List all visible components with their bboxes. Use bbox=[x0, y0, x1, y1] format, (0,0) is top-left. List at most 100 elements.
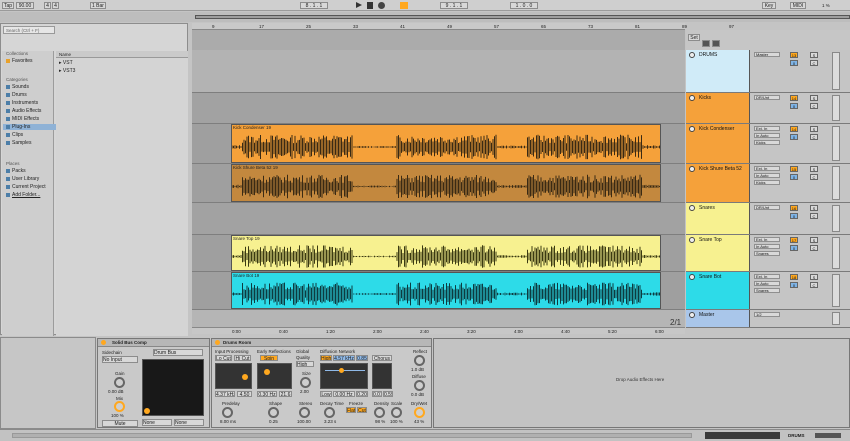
arrangement-position[interactable]: 8 . 1 . 1 bbox=[300, 2, 328, 9]
diffusion-display[interactable] bbox=[320, 363, 368, 389]
mute-button[interactable]: Mute bbox=[102, 420, 138, 427]
mute-button[interactable]: C bbox=[810, 245, 818, 251]
track-activator-button[interactable]: 13 bbox=[790, 52, 798, 58]
solo-button[interactable]: S bbox=[810, 274, 818, 280]
track-route-select[interactable]: Kicks bbox=[754, 180, 780, 185]
mute-button[interactable]: C bbox=[810, 134, 818, 140]
arm-button[interactable]: 0 bbox=[790, 60, 798, 66]
track-activator-button[interactable]: 14 bbox=[790, 95, 798, 101]
lane-drums[interactable] bbox=[192, 50, 685, 93]
track-snare-top[interactable]: Snare Top Ext. In In Auto Snares 17 S 0 C bbox=[686, 235, 850, 272]
sidebar-item-packs[interactable]: Packs bbox=[6, 168, 26, 174]
arrangement-overview[interactable] bbox=[0, 12, 850, 22]
solo-button[interactable]: S bbox=[810, 126, 818, 132]
time-sig-den[interactable]: 4 bbox=[52, 2, 59, 9]
arm-button[interactable]: 0 bbox=[790, 213, 798, 219]
time-ruler[interactable]: 0:00 0:40 1:20 2:00 2:40 3:20 4:00 4:40 5:20 6:00 bbox=[192, 327, 685, 334]
track-kick-condenser[interactable]: Kick Condenser Ext. In In Auto Kicks 14 S 0 C bbox=[686, 124, 850, 164]
track-title-bar[interactable]: Snares bbox=[686, 203, 750, 234]
arm-button[interactable]: 0 bbox=[790, 245, 798, 251]
clip-snare-bot[interactable]: Snare Bot 19 bbox=[231, 272, 661, 309]
track-output-select[interactable]: Ext. In bbox=[754, 166, 780, 171]
device-power-icon[interactable] bbox=[101, 340, 106, 345]
lane-snare-top[interactable]: Snare Top 19 bbox=[192, 235, 685, 272]
quantize-menu[interactable]: 1 Bar bbox=[90, 2, 106, 9]
lane-snare-bot[interactable]: Snare Bot 19 bbox=[192, 272, 685, 310]
track-output-select[interactable]: Ext. In bbox=[754, 274, 780, 279]
beat-ruler[interactable]: 9 17 25 33 41 49 57 65 73 81 89 97 bbox=[192, 23, 734, 30]
track-title-bar[interactable]: Kick Condenser bbox=[686, 124, 750, 163]
spin-handle[interactable] bbox=[264, 369, 270, 375]
track-title-bar[interactable]: DRUMS bbox=[686, 50, 750, 92]
track-title-bar[interactable]: Master bbox=[686, 310, 750, 327]
early-reflections-display[interactable] bbox=[257, 363, 292, 389]
spin-amount[interactable]: 21.6 bbox=[279, 391, 292, 397]
high-value[interactable]: 0.85 bbox=[356, 355, 368, 361]
track-output-select[interactable]: Master bbox=[754, 52, 780, 57]
name-column-header[interactable]: Name bbox=[56, 51, 188, 58]
low-freq[interactable]: 0.00 Hz bbox=[333, 391, 355, 397]
track-output-select[interactable]: Ext. In bbox=[754, 237, 780, 242]
clip-kick-condenser[interactable]: Kick Condenser 19 bbox=[231, 124, 661, 163]
spin-freq[interactable]: 0.30 Hz bbox=[257, 391, 277, 397]
decay-knob[interactable] bbox=[324, 407, 335, 418]
solo-button[interactable]: S bbox=[810, 237, 818, 243]
arm-button[interactable]: 0 bbox=[790, 282, 798, 288]
sidebar-item-drums[interactable]: Drums bbox=[6, 92, 27, 98]
midi-map-button[interactable]: MIDI bbox=[790, 2, 806, 9]
flat-button[interactable]: Flat bbox=[346, 407, 356, 413]
track-snares[interactable]: Snares DR/Unt 16 S 0 C bbox=[686, 203, 850, 235]
track-activator-button[interactable]: 16 bbox=[790, 205, 798, 211]
fold-icon[interactable] bbox=[712, 40, 720, 47]
reflect-knob[interactable] bbox=[414, 355, 425, 366]
diffusion-handle[interactable] bbox=[339, 368, 344, 373]
chorus-display[interactable] bbox=[372, 363, 392, 389]
mini-overview[interactable] bbox=[705, 432, 780, 439]
mute-button[interactable]: C bbox=[810, 213, 818, 219]
fold-icon[interactable] bbox=[689, 205, 695, 211]
fold-icon[interactable] bbox=[689, 126, 695, 132]
none-select-2[interactable]: None bbox=[174, 419, 204, 426]
sidebar-item-sounds[interactable]: Sounds bbox=[6, 84, 29, 90]
sidebar-item-favorites[interactable]: Favorites bbox=[6, 58, 33, 64]
loop-length[interactable]: 1 . 0 . 0 bbox=[510, 2, 538, 9]
mute-button[interactable]: C bbox=[810, 174, 818, 180]
sidebar-item-user-library[interactable]: User Library bbox=[6, 176, 39, 182]
size-knob[interactable] bbox=[300, 377, 311, 388]
solo-button[interactable]: S bbox=[810, 205, 818, 211]
tap-button[interactable]: Tap bbox=[2, 2, 14, 9]
track-input-select[interactable]: In Auto bbox=[754, 281, 780, 286]
fold-icon[interactable] bbox=[689, 274, 695, 280]
track-kicks[interactable]: Kicks DR/Unt 14 S 0 C bbox=[686, 93, 850, 124]
search-input[interactable]: Search (Ctrl + F) bbox=[3, 26, 55, 34]
lane-kick-shure[interactable]: Kick Shure Beta 52 19 bbox=[192, 164, 685, 203]
track-input-select[interactable]: In Auto bbox=[754, 133, 780, 138]
hi-cut-button[interactable]: Hi Cut bbox=[234, 355, 251, 361]
track-activator-button[interactable]: 14 bbox=[790, 126, 798, 132]
track-title-bar[interactable]: Snare Bot bbox=[686, 272, 750, 309]
track-input-select[interactable]: In Auto bbox=[754, 173, 780, 178]
track-input-select[interactable]: In Auto bbox=[754, 244, 780, 249]
fold-icon[interactable] bbox=[689, 52, 695, 58]
preset-select[interactable]: Drum Bus bbox=[153, 349, 203, 356]
arm-button[interactable]: 0 bbox=[790, 134, 798, 140]
track-output-select[interactable]: DR/Unt bbox=[754, 95, 780, 100]
mute-button[interactable]: C bbox=[810, 60, 818, 66]
track-kick-shure-beta-52[interactable]: Kick Shure Beta 52 Ext. In In Auto Kicks 15 S… bbox=[686, 164, 850, 203]
plugin-display[interactable] bbox=[142, 359, 204, 416]
tempo-field[interactable]: 90.00 bbox=[16, 2, 34, 9]
overdub-icon[interactable] bbox=[400, 2, 408, 9]
sidebar-item-add-folder[interactable]: Add Folder... bbox=[6, 192, 40, 198]
lane-kick-condenser[interactable]: Kick Condenser 19 bbox=[192, 124, 685, 164]
lo-cut-button[interactable]: Lo Cut bbox=[215, 355, 232, 361]
chorus-rate[interactable]: 0.59 bbox=[383, 391, 393, 397]
input-q[interactable]: 4.50 bbox=[237, 391, 252, 397]
loop-start[interactable]: 9 . 1 . 1 bbox=[440, 2, 468, 9]
solo-button[interactable]: S bbox=[810, 52, 818, 58]
dry-wet-knob[interactable] bbox=[414, 407, 425, 418]
set-button[interactable]: Set bbox=[688, 34, 700, 41]
lane-kicks[interactable] bbox=[192, 93, 685, 124]
quality-select[interactable]: High bbox=[296, 361, 314, 367]
track-output-select[interactable]: DR/Unt bbox=[754, 205, 780, 210]
time-sig-num[interactable]: 4 bbox=[44, 2, 51, 9]
